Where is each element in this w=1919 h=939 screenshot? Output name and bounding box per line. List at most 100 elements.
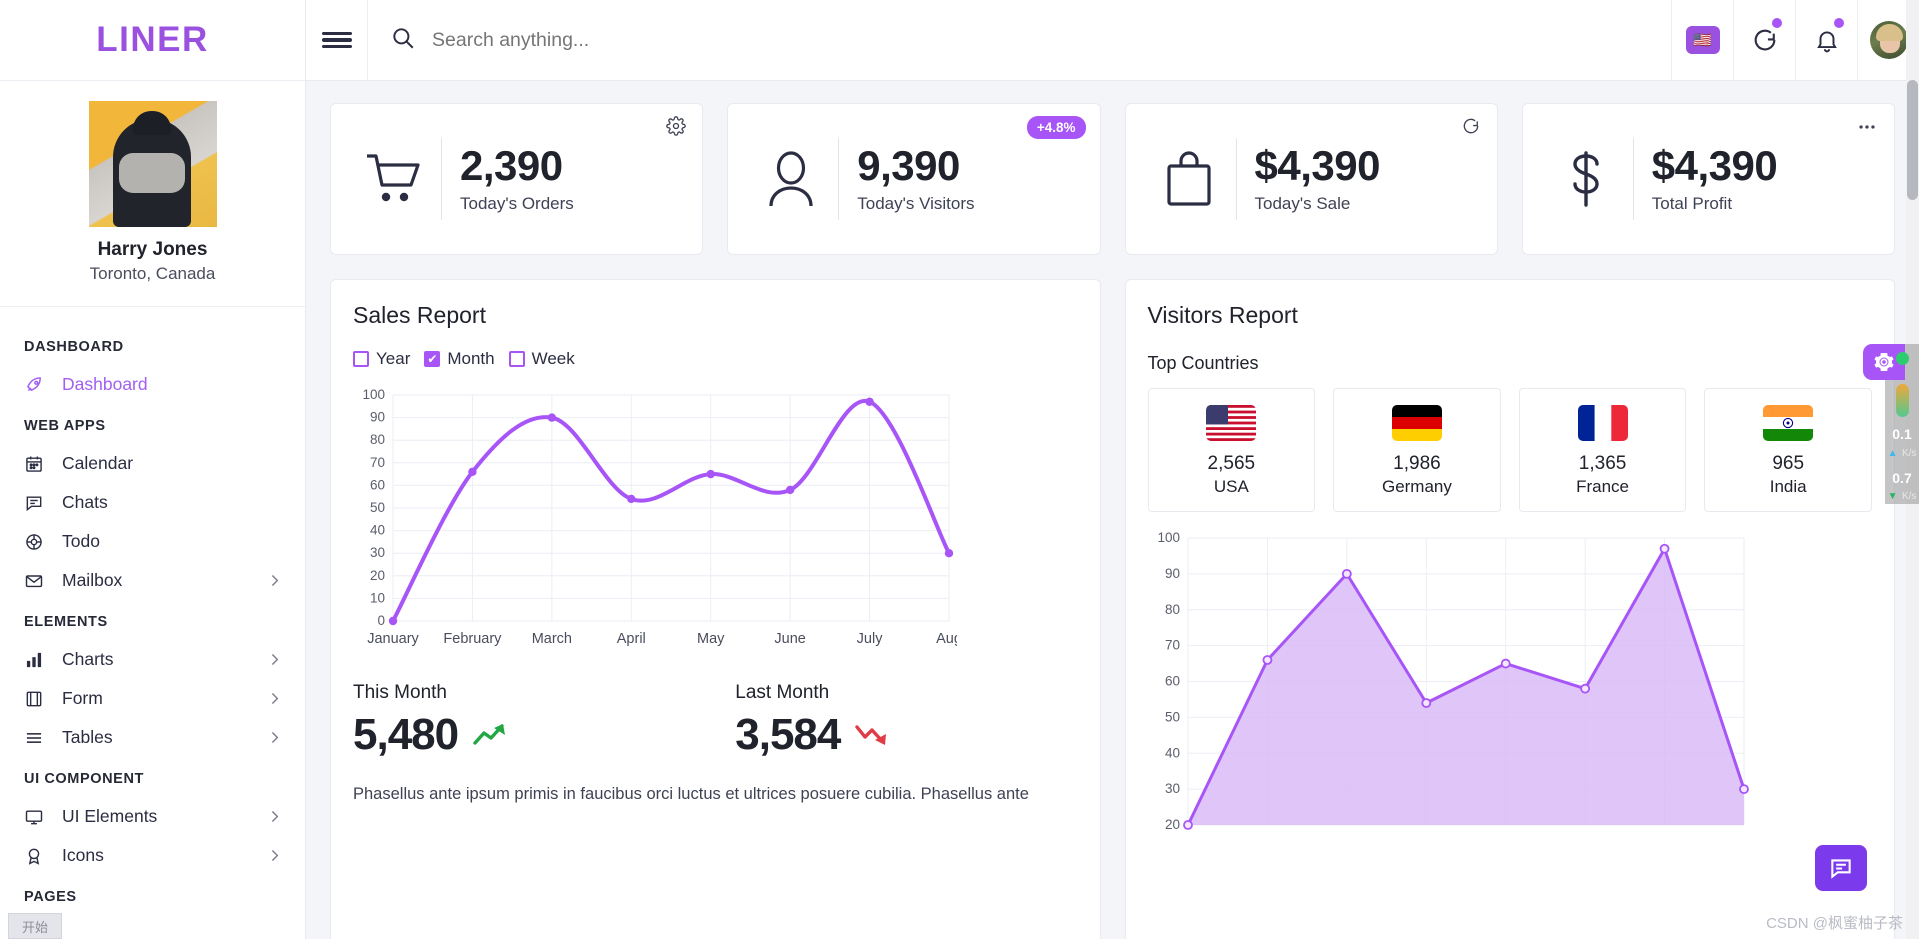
visitors-area-chart: 20 30 40 50 60 70 80 90 100 [1157,530,1749,832]
sidebar-item-todo[interactable]: Todo [0,522,305,561]
country-card-india[interactable]: 965 India [1704,388,1872,512]
svg-text:0: 0 [377,613,385,628]
sidebar-item-form[interactable]: Form [0,679,305,718]
stat-divider [838,138,840,220]
checkbox-box [508,351,525,367]
svg-text:February: February [443,631,502,647]
svg-text:June: June [774,631,805,647]
svg-text:10: 10 [370,590,385,605]
calendar-icon [24,454,50,474]
last-month-block: Last Month 3,584 [695,682,1077,760]
this-month-label: This Month [353,682,447,703]
todo-icon [24,532,50,552]
stat-value: 2,390 [460,141,563,189]
chat-icon [24,493,50,513]
svg-text:20: 20 [1164,817,1179,832]
download-speed-unit: K/s [1901,491,1917,502]
stat-badge: +4.8% [1026,116,1086,139]
stat-divider [1235,138,1237,220]
stat-text: $4,390 Total Profit [1652,143,1778,214]
filter-label: Week [531,349,575,368]
status-online-indicator [1896,352,1909,365]
filter-checkbox-week[interactable]: Week [508,349,575,369]
award-icon [24,846,50,866]
brand-name: LINER [96,20,209,59]
svg-text:80: 80 [370,432,385,447]
chevron-right-icon [266,690,283,707]
language-button[interactable]: 🇺🇸 [1671,0,1733,80]
refresh-icon [1754,29,1775,51]
checkbox-box: ✔ [424,351,441,367]
stat-text: 9,390 Today's Visitors [857,143,975,214]
sales-filter-group: Year ✔ Month Week [353,349,1078,369]
filter-checkbox-month[interactable]: ✔ Month [424,349,495,369]
svg-text:20: 20 [370,568,385,583]
stat-card-today-s-sale: $4,390 Today's Sale [1124,103,1498,255]
sidebar-item-icons[interactable]: Icons [0,836,305,875]
trend-down-icon [855,725,887,745]
top-countries-label: Top Countries [1147,353,1259,373]
sidebar-item-label: Todo [62,531,100,551]
sidebar-item-tables[interactable]: Tables [0,718,305,757]
svg-text:50: 50 [370,500,385,515]
country-card-france[interactable]: 1,365 France [1518,388,1687,512]
page-scrollbar-thumb[interactable] [1907,80,1918,200]
de-flag-icon [1391,405,1442,441]
gear-icon[interactable] [666,116,687,136]
country-visitor-count: 965 [1772,453,1805,474]
sidebar-item-label: Calendar [62,453,134,473]
stat-card-total-profit: $4,390 Total Profit [1521,103,1895,255]
menu-toggle-button[interactable] [306,0,368,80]
filter-checkbox-year[interactable]: Year [353,349,410,369]
stat-label: Today's Visitors [857,194,975,214]
svg-text:100: 100 [1157,530,1180,545]
search-container [368,0,1671,80]
refresh-button[interactable] [1733,0,1795,80]
sidebar-item-ui-elements[interactable]: UI Elements [0,797,305,836]
chat-icon [1831,859,1851,879]
country-card-germany[interactable]: 1,986 Germany [1333,388,1501,512]
sidebar-item-label: Charts [62,649,114,669]
taskbar-start-button[interactable]: 开始 [8,913,62,939]
svg-text:July: July [857,631,884,647]
bar-chart-icon [24,650,50,670]
sales-chart: 0 10 20 30 40 50 60 70 80 90 100 January February Mar… [353,385,1078,660]
us-flag-icon: 🇺🇸 [1685,26,1720,54]
sidebar-item-label: Form [62,688,103,708]
sidebar-item-label: Tables [62,727,113,747]
sidebar-item-chats[interactable]: Chats [0,483,305,522]
this-month-block: This Month 5,480 [353,682,695,760]
last-month-label: Last Month [735,682,830,703]
country-card-usa[interactable]: 2,565 USA [1147,388,1316,512]
table-icon [24,728,50,748]
sidebar-item-charts[interactable]: Charts [0,640,305,679]
sidebar-item-mailbox[interactable]: Mailbox [0,561,305,600]
us-flag-icon [1206,405,1257,441]
sync-icon[interactable] [1461,116,1481,136]
brand-logo[interactable]: LINER [0,0,305,81]
svg-text:90: 90 [1164,566,1179,581]
chevron-right-icon [266,651,283,668]
bell-icon [1816,31,1837,53]
sidebar-item-label: Mailbox [62,570,123,590]
search-input[interactable] [432,28,1457,52]
more-icon[interactable] [1856,116,1878,138]
download-arrow-icon: ▼ [1887,491,1898,502]
top-countries-list: 2,565 USA 1,986 Germany 1,365 France 965 India [1147,388,1872,512]
svg-text:60: 60 [1164,674,1179,689]
notifications-button[interactable] [1795,0,1857,80]
sidebar-item-calendar[interactable]: Calendar [0,444,305,483]
user-icon [748,150,834,208]
profile-avatar [88,101,217,227]
chevron-right-icon [266,729,283,746]
chat-fab-button[interactable] [1815,845,1867,891]
visitors-report-panel: Visitors Report Top Countries 2,565 USA 1,… [1124,279,1895,939]
svg-text:April: April [617,631,646,647]
country-visitor-count: 1,986 [1393,453,1441,474]
visitors-chart: 20 30 40 50 60 70 80 90 100 [1148,528,1873,838]
country-name: Germany [1381,477,1452,496]
sidebar-item-dashboard[interactable]: Dashboard [0,365,305,404]
checkbox-box [353,351,369,367]
chevron-right-icon [266,572,283,589]
svg-text:May: May [697,631,725,647]
